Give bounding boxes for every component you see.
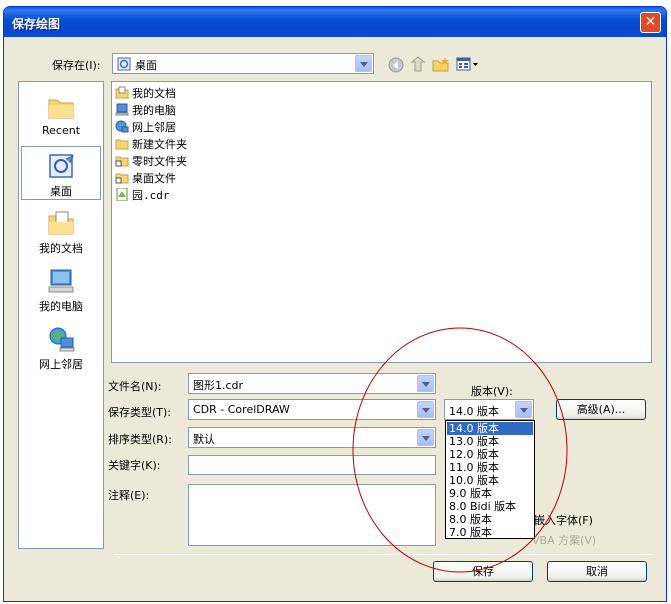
list-item[interactable]: 桌面文件 <box>115 170 176 186</box>
list-item[interactable]: 我的文档 <box>115 85 176 101</box>
advanced-button[interactable]: 高级(A)... <box>556 399 646 420</box>
place-my-documents[interactable]: 我的文档 <box>21 204 101 258</box>
chevron-down-icon[interactable] <box>355 55 372 72</box>
folder-icon <box>115 139 129 150</box>
network-places-icon <box>49 327 75 352</box>
place-label: 网上邻居 <box>39 358 83 371</box>
notes-textarea[interactable] <box>188 484 436 546</box>
file-name: 园.cdr <box>132 189 170 202</box>
title-bar[interactable]: 保存绘图 ✕ <box>4 7 666 37</box>
embed-fonts-label[interactable]: 嵌入字体(F) <box>534 512 593 528</box>
chevron-down-icon[interactable] <box>417 375 434 392</box>
version-dropdown-list[interactable]: 14.0 版本 13.0 版本 12.0 版本 11.0 版本 10.0 版本 … <box>445 420 535 539</box>
window-title: 保存绘图 <box>12 17 61 31</box>
list-item[interactable]: 网上邻居 <box>115 119 176 135</box>
version-option[interactable]: 8.0 Bidi 版本 <box>447 500 533 513</box>
filename-label: 文件名(N): <box>108 380 162 393</box>
save-in-value: 桌面 <box>135 59 157 72</box>
cdr-file-icon <box>116 188 128 201</box>
save-drawing-dialog: 保存绘图 ✕ 保存在(I): 桌面 Recent 桌面 我的文档 我的电脑 网上… <box>3 6 667 602</box>
place-label: Recent <box>41 124 81 137</box>
filetype-label: 保存类型(T): <box>108 406 172 419</box>
chevron-down-icon[interactable] <box>417 429 434 446</box>
place-recent[interactable]: Recent <box>21 88 101 142</box>
keywords-input[interactable] <box>188 455 436 475</box>
file-name: 网上邻居 <box>132 121 176 134</box>
version-option[interactable]: 8.0 版本 <box>447 513 533 526</box>
filetype-combo[interactable]: CDR - CorelDRAW <box>188 399 436 420</box>
sort-combo[interactable]: 默认 <box>188 427 436 448</box>
version-option[interactable]: 10.0 版本 <box>447 474 533 487</box>
version-value: 14.0 版本 <box>449 405 499 418</box>
list-item[interactable]: 园.cdr <box>115 187 170 203</box>
vba-label: VBA 方案(V) <box>532 534 597 547</box>
my-computer-icon <box>115 103 129 116</box>
recent-folder-icon <box>48 99 74 119</box>
file-name: 我的文档 <box>132 87 176 100</box>
keywords-label: 关键字(K): <box>108 459 161 472</box>
network-places-icon <box>115 120 129 133</box>
place-label: 我的电脑 <box>39 300 83 313</box>
version-option[interactable]: 9.0 版本 <box>447 487 533 500</box>
list-item[interactable]: 零时文件夹 <box>115 153 187 169</box>
save-in-combo[interactable]: 桌面 <box>112 53 374 74</box>
place-my-computer[interactable]: 我的电脑 <box>21 262 101 316</box>
notes-label: 注释(E): <box>108 489 150 502</box>
version-label: 版本(V): <box>471 385 513 398</box>
list-item[interactable]: 新建文件夹 <box>115 136 187 152</box>
views-menu-button[interactable] <box>455 56 481 73</box>
version-option[interactable]: 11.0 版本 <box>447 461 533 474</box>
up-folder-icon[interactable] <box>410 56 426 73</box>
save-in-label: 保存在(I): <box>52 59 101 72</box>
filename-value: 图形1.cdr <box>193 379 244 392</box>
chevron-down-icon[interactable] <box>515 401 532 418</box>
file-name: 新建文件夹 <box>132 138 187 151</box>
file-name: 我的电脑 <box>132 104 176 117</box>
my-documents-icon <box>115 86 129 99</box>
back-icon[interactable] <box>388 57 404 73</box>
new-folder-icon[interactable] <box>432 56 450 73</box>
file-list[interactable]: 我的文档 我的电脑 网上邻居 新建文件夹 零时文件夹 桌面文件 园.cdr <box>111 81 652 363</box>
sort-label: 排序类型(R): <box>108 433 172 446</box>
file-name: 桌面文件 <box>132 172 176 185</box>
version-combo[interactable]: 14.0 版本 <box>444 399 534 420</box>
list-item[interactable]: 我的电脑 <box>115 102 176 118</box>
place-label: 桌面 <box>50 185 72 198</box>
desktop-icon <box>117 57 131 71</box>
shortcut-folder-icon <box>115 173 129 184</box>
version-option[interactable]: 12.0 版本 <box>447 448 533 461</box>
view-menu-icon <box>456 57 478 71</box>
my-computer-icon <box>48 269 74 293</box>
cancel-button[interactable]: 取消 <box>547 561 647 582</box>
place-desktop[interactable]: 桌面 <box>21 146 101 200</box>
close-button[interactable]: ✕ <box>640 12 661 33</box>
filename-combo[interactable]: 图形1.cdr <box>188 373 436 394</box>
shortcut-folder-icon <box>115 156 129 167</box>
save-button[interactable]: 保存 <box>433 561 533 582</box>
version-option[interactable]: 13.0 版本 <box>447 435 533 448</box>
version-option[interactable]: 7.0 版本 <box>447 526 533 539</box>
filetype-value: CDR - CorelDRAW <box>193 403 290 416</box>
place-network[interactable]: 网上邻居 <box>21 320 101 374</box>
place-label: 我的文档 <box>39 242 83 255</box>
places-bar: Recent 桌面 我的文档 我的电脑 网上邻居 <box>18 81 104 549</box>
separator <box>114 554 652 555</box>
chevron-down-icon[interactable] <box>417 401 434 418</box>
desktop-icon <box>49 154 74 178</box>
file-name: 零时文件夹 <box>132 155 187 168</box>
version-option[interactable]: 14.0 版本 <box>447 422 533 435</box>
sort-value: 默认 <box>193 433 215 446</box>
my-documents-icon <box>48 211 74 235</box>
